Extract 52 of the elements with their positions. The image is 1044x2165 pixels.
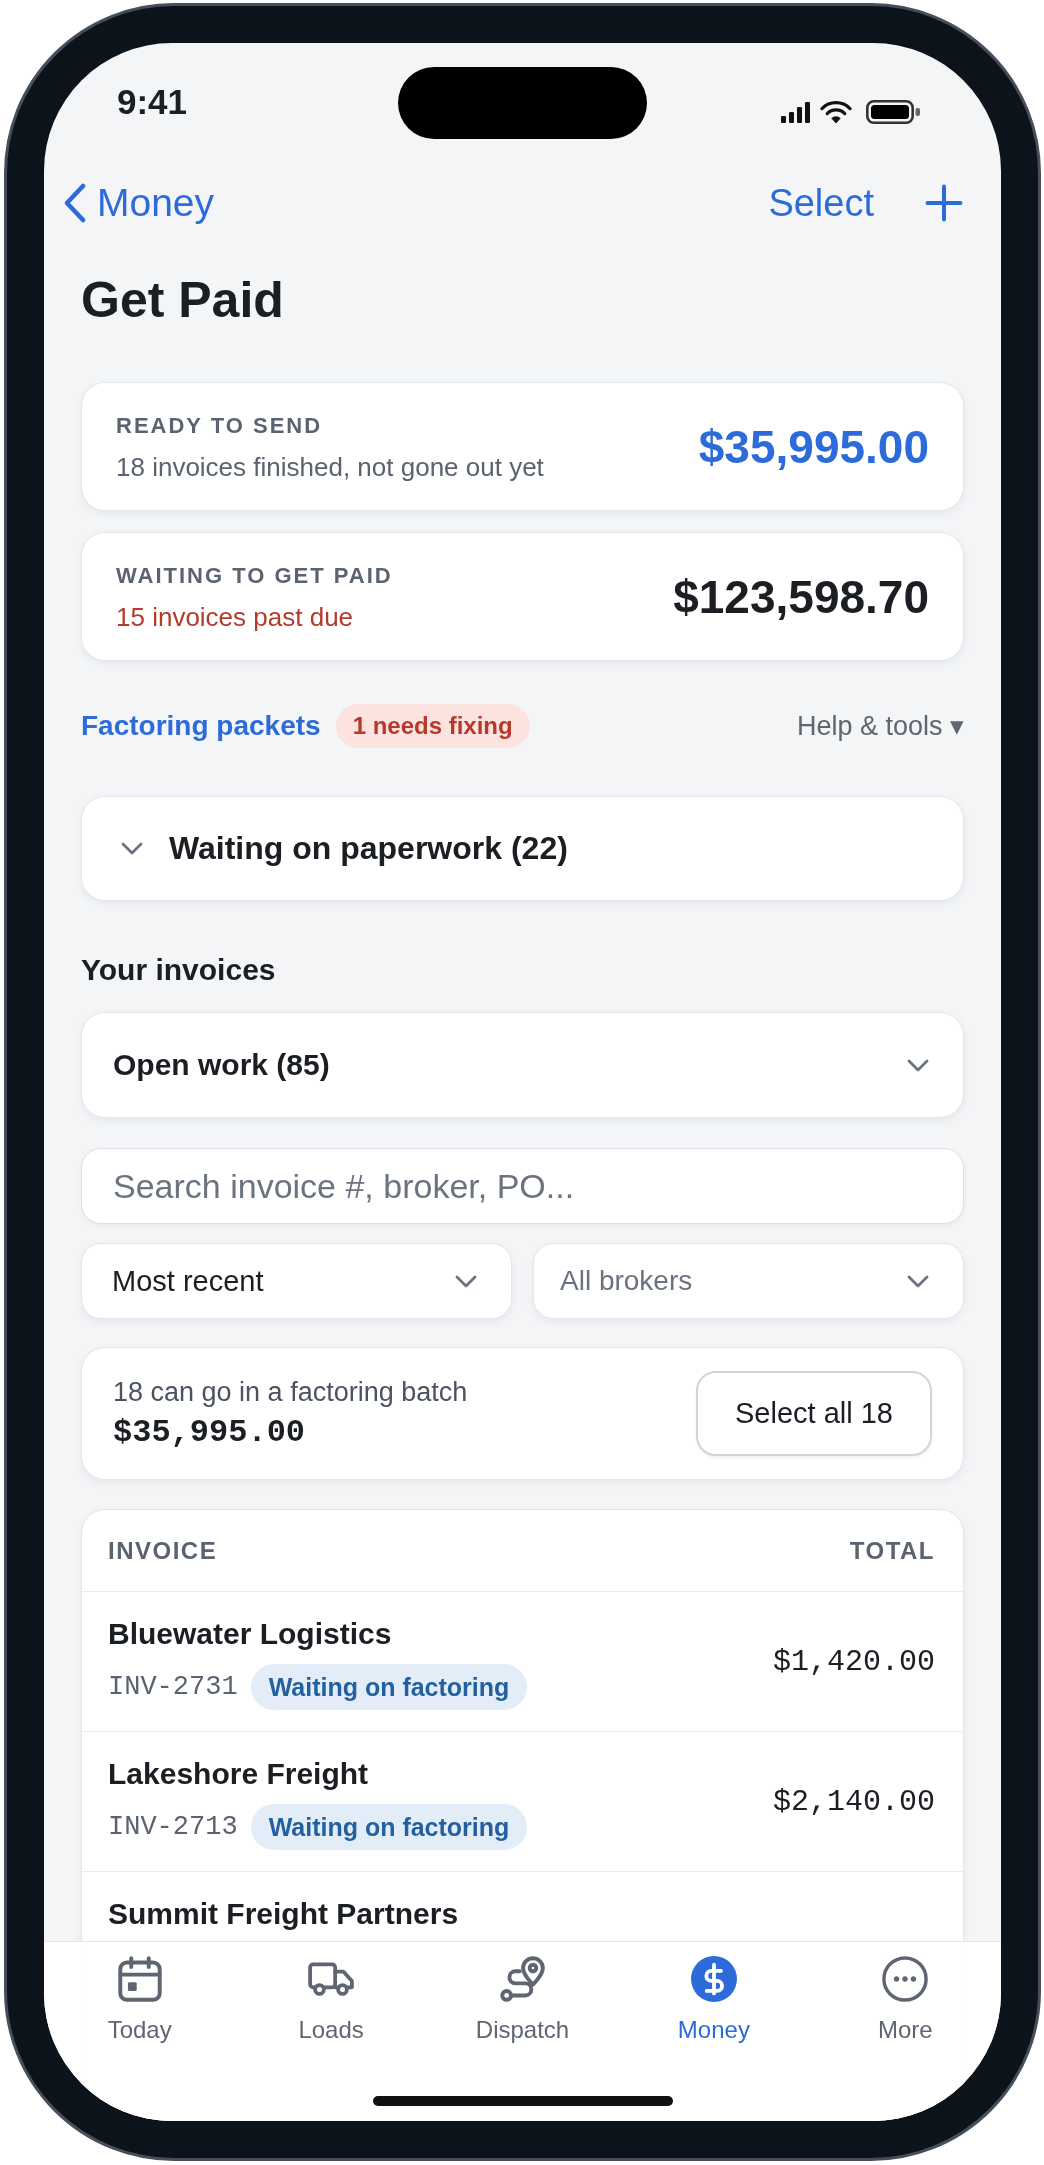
summary-amount: $35,995.00 — [698, 419, 929, 474]
page-title: Get Paid — [81, 271, 285, 330]
search-field[interactable]: Search invoice #, broker, PO... — [81, 1148, 964, 1224]
broker-name: Bluewater Logistics — [108, 1617, 393, 1651]
plus-icon — [925, 184, 963, 222]
filter-dropdown[interactable]: All brokers — [533, 1243, 964, 1319]
paperwork-group-header[interactable]: Waiting on paperwork (22) — [81, 796, 964, 901]
status-badge: Waiting on factoring — [250, 1804, 528, 1850]
add-button[interactable] — [925, 184, 963, 222]
tab-item[interactable]: Loads — [292, 1942, 370, 2045]
invoice-total: $2,140.00 — [772, 1784, 935, 1819]
wifi-icon — [820, 100, 852, 124]
status-badge: Waiting on factoring — [250, 1664, 528, 1710]
summary-label: WAITING TO GET PAID — [116, 561, 393, 590]
column-header: TOTAL — [849, 1536, 935, 1565]
chevron-down-icon — [907, 1274, 929, 1288]
battery-icon — [866, 100, 920, 124]
select-all-button[interactable]: Select all 18 — [696, 1371, 932, 1456]
column-header: INVOICE — [108, 1536, 218, 1565]
tab-item[interactable]: Dispatch — [469, 1942, 576, 2045]
broker-name: Lakeshore Freight — [108, 1757, 370, 1791]
calendar-icon — [116, 1956, 163, 2002]
more-icon — [882, 1956, 929, 2002]
section-heading: Your invoices — [81, 952, 277, 988]
chevron-down-icon — [455, 1274, 477, 1288]
filter-dropdown[interactable]: Most recent — [81, 1243, 512, 1319]
invoice-number: INV-2713 — [108, 1812, 238, 1842]
route-pin-icon — [499, 1956, 546, 2002]
back-button[interactable]: Money — [63, 181, 215, 225]
dollar-icon — [690, 1956, 737, 2002]
select-button[interactable]: Select — [768, 181, 874, 225]
summary-amount: $123,598.70 — [673, 569, 929, 624]
summary-note: 18 invoices finished, not gone out yet — [116, 450, 544, 483]
chevron-left-icon — [63, 183, 86, 223]
batch-note: 18 can go in a factoring batch — [113, 1375, 468, 1409]
fix-count-badge: 1 needs fixing — [335, 704, 530, 748]
view-dropdown[interactable]: Open work (85) — [81, 1012, 964, 1118]
help-menu-button[interactable]: Help & tools ▾ — [796, 710, 964, 742]
invoice-total: $1,420.00 — [772, 1644, 935, 1679]
tab-item[interactable]: Money — [671, 1942, 756, 2045]
invoice-number: INV-2731 — [108, 1672, 238, 1702]
summary-label: READY TO SEND — [116, 411, 324, 440]
signal-icon — [781, 101, 810, 123]
chevron-down-icon — [907, 1058, 929, 1072]
tab-item[interactable]: More — [871, 1942, 939, 2045]
chevron-down-icon — [121, 842, 143, 855]
summary-note: 15 invoices past due — [116, 600, 355, 633]
status-time: 9:41 — [117, 82, 188, 122]
batch-amount: $35,995.00 — [113, 1412, 307, 1453]
packets-link[interactable]: Factoring packets — [81, 710, 321, 742]
broker-name: Summit Freight Partners — [108, 1897, 459, 1931]
tab-item[interactable]: Today — [101, 1942, 178, 2045]
